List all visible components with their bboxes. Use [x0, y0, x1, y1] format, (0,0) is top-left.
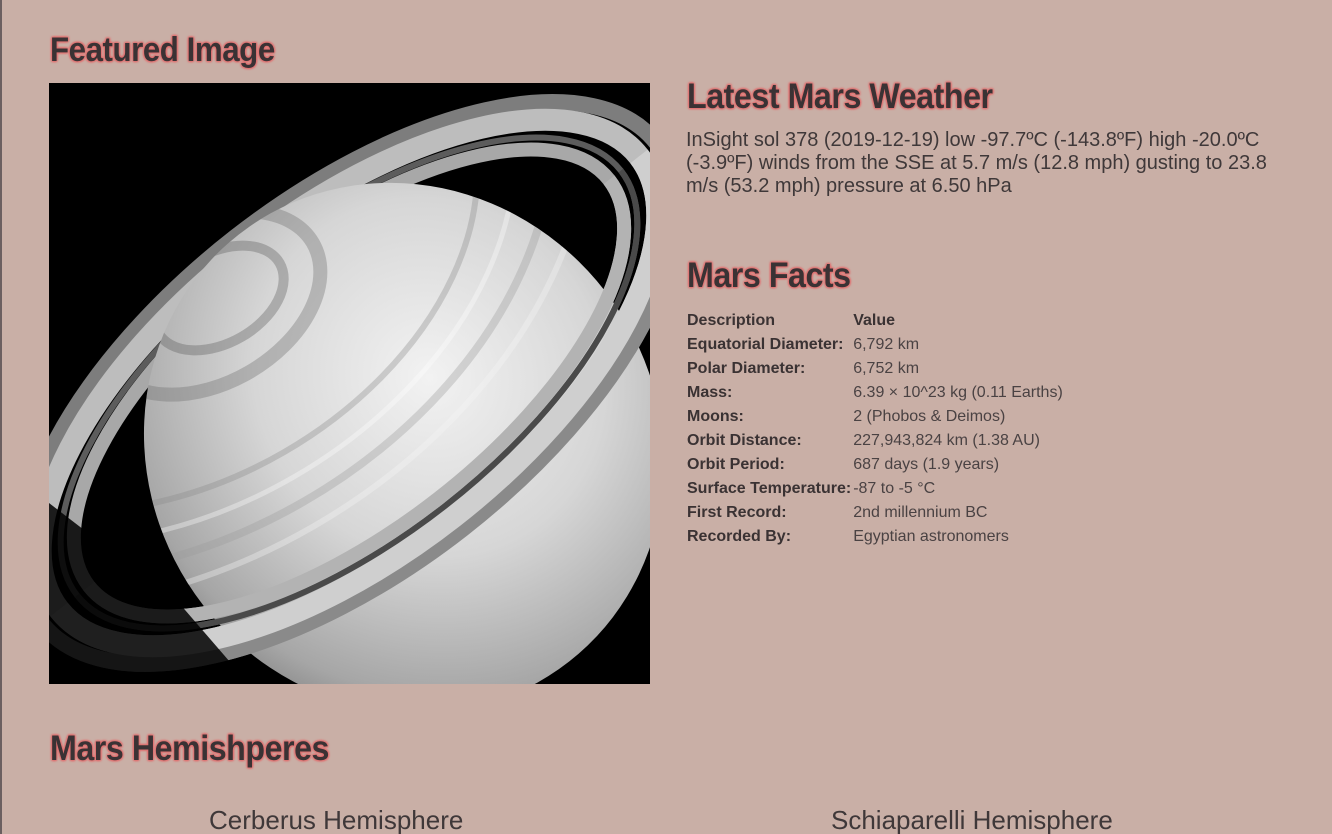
table-row: Polar Diameter: 6,752 km [686, 357, 1064, 381]
fact-label: Equatorial Diameter: [687, 336, 844, 353]
fact-label: Polar Diameter: [687, 360, 806, 377]
hemisphere-name-cerberus[interactable]: Cerberus Hemisphere [209, 805, 463, 834]
fact-value: 2nd millennium BC [853, 504, 988, 521]
table-row: Equatorial Diameter: 6,792 km [686, 333, 1064, 357]
table-row: Orbit Distance: 227,943,824 km (1.38 AU) [686, 429, 1064, 453]
fact-value: 2 (Phobos & Deimos) [853, 408, 1006, 425]
fact-value: 227,943,824 km (1.38 AU) [853, 432, 1040, 449]
saturn-image [49, 83, 650, 684]
fact-value: 6.39 × 10^23 kg (0.11 Earths) [853, 384, 1063, 401]
facts-header-description: Description [687, 312, 776, 329]
window-left-edge [0, 0, 2, 834]
fact-value: 687 days (1.9 years) [853, 456, 1000, 473]
table-row: Surface Temperature: -87 to -5 °C [686, 477, 1064, 501]
facts-table: Description Value Equatorial Diameter: 6… [686, 309, 1064, 549]
table-row: Moons: 2 (Phobos & Deimos) [686, 405, 1064, 429]
hemisphere-name-schiaparelli[interactable]: Schiaparelli Hemisphere [831, 805, 1113, 834]
weather-text: InSight sol 378 (2019-12-19) low -97.7ºC… [686, 129, 1267, 197]
fact-label: Mass: [687, 384, 733, 401]
fact-label: Orbit Period: [687, 456, 785, 473]
weather-title: Latest Mars Weather [687, 77, 993, 116]
fact-value: Egyptian astronomers [853, 528, 1009, 545]
featured-image-title: Featured Image [50, 31, 275, 69]
facts-title: Mars Facts [687, 256, 851, 295]
facts-header-value: Value [853, 312, 896, 329]
table-row: Recorded By: Egyptian astronomers [686, 525, 1064, 549]
fact-label: Moons: [687, 408, 744, 425]
table-row: Orbit Period: 687 days (1.9 years) [686, 453, 1064, 477]
fact-value: 6,752 km [853, 360, 920, 377]
fact-label: First Record: [687, 504, 787, 521]
fact-label: Surface Temperature: [687, 480, 852, 497]
facts-header-row: Description Value [686, 309, 1064, 333]
table-row: First Record: 2nd millennium BC [686, 501, 1064, 525]
fact-label: Recorded By: [687, 528, 792, 545]
fact-value: -87 to -5 °C [853, 480, 936, 497]
hemispheres-title: Mars Hemishperes [50, 729, 330, 768]
fact-label: Orbit Distance: [687, 432, 802, 449]
table-row: Mass: 6.39 × 10^23 kg (0.11 Earths) [686, 381, 1064, 405]
featured-image[interactable] [49, 83, 650, 684]
fact-value: 6,792 km [853, 336, 920, 353]
